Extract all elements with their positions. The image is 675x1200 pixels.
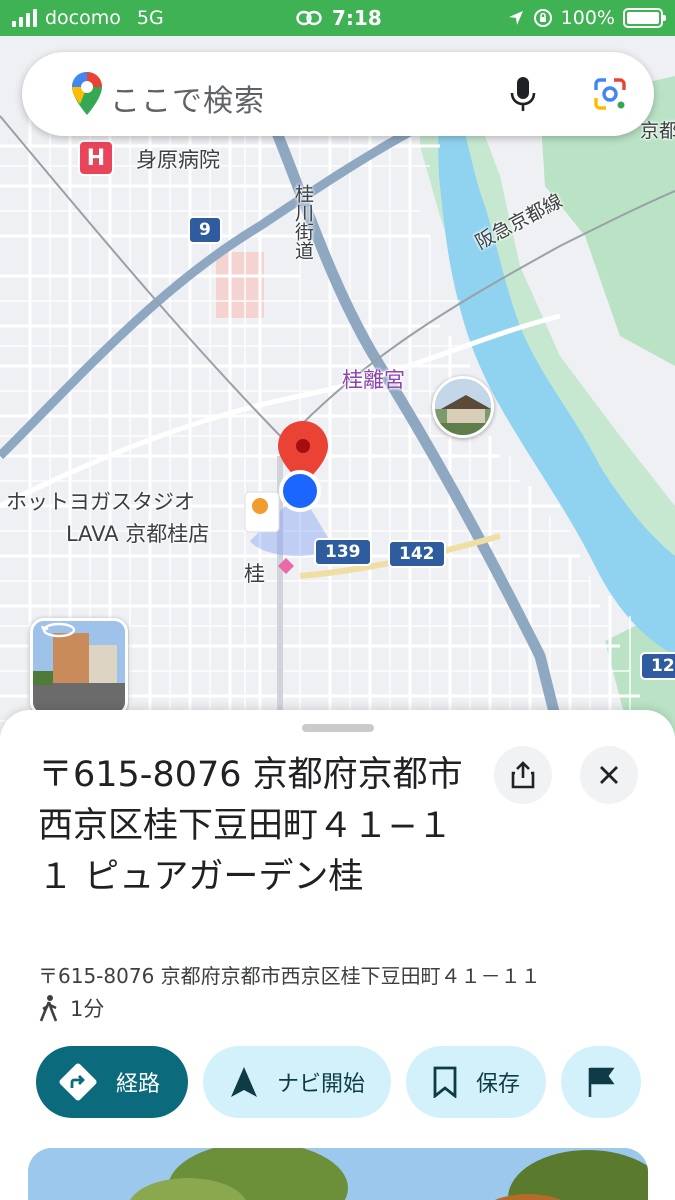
place-photo[interactable] (28, 1148, 648, 1200)
label-button[interactable] (561, 1046, 642, 1118)
route-badge: 142 (388, 540, 446, 568)
save-label: 保存 (476, 1072, 521, 1097)
map-label-street: 桂川街道 (292, 184, 314, 260)
network-type: 5G (136, 7, 164, 29)
share-button[interactable] (494, 746, 552, 804)
google-lens-icon[interactable] (592, 76, 628, 112)
carrier-name: docomo (45, 7, 121, 29)
hospital-icon[interactable]: H (78, 140, 114, 176)
route-badge: 139 (314, 538, 372, 566)
flag-icon (588, 1067, 615, 1097)
bookmark-icon (433, 1066, 457, 1098)
save-button[interactable]: 保存 (406, 1046, 547, 1118)
search-input[interactable]: ここで検索 (110, 76, 265, 120)
clock: 7:18 (332, 6, 382, 30)
map-view[interactable]: 身原病院 桂川街道 阪急京都線 桂離宮 ホットヨガスタジオ LAVA 京都桂店 … (0, 36, 675, 736)
walk-info: 1分 (38, 993, 104, 1023)
place-sheet[interactable]: 〒615-8076 京都府京都市西京区桂下豆田町４１−１１ ピュアガーデン桂 〒… (0, 710, 675, 1200)
route-badge: 9 (188, 216, 222, 244)
signal-icon (12, 9, 37, 27)
action-chips: 経路 ナビ開始 保存 (36, 1046, 642, 1118)
close-icon (600, 766, 618, 784)
link-icon (296, 10, 322, 26)
walk-time: 1分 (70, 997, 105, 1021)
route-badge: 123 (640, 652, 675, 680)
rotation-lock-icon (533, 9, 552, 27)
map-label-studio-line2[interactable]: LAVA 京都桂店 (66, 518, 209, 548)
google-maps-pin-icon[interactable] (70, 70, 104, 118)
map-label-palace[interactable]: 桂離宮 (342, 364, 405, 394)
directions-button[interactable]: 経路 (36, 1046, 189, 1118)
battery-icon (623, 8, 666, 28)
walking-icon (39, 995, 58, 1022)
share-icon (511, 761, 535, 789)
map-label-corner: 京都 (640, 120, 675, 142)
map-label-hospital[interactable]: 身原病院 (136, 144, 220, 174)
start-navigation-label: ナビ開始 (277, 1072, 366, 1097)
street-view-thumbnail[interactable] (30, 618, 128, 716)
street-view-rotate-icon (41, 622, 76, 638)
place-title: 〒615-8076 京都府京都市西京区桂下豆田町４１−１１ ピュアガーデン桂 (38, 755, 463, 897)
status-bar: docomo 5G 7:18 100% (0, 0, 675, 36)
status-right: 100% (507, 0, 666, 36)
status-left: docomo 5G (12, 0, 164, 36)
start-navigation-button[interactable]: ナビ開始 (203, 1046, 392, 1118)
microphone-icon[interactable] (510, 76, 536, 112)
directions-label: 経路 (116, 1072, 161, 1097)
palace-photo-thumbnail[interactable] (432, 376, 494, 438)
search-bar[interactable]: ここで検索 (22, 52, 654, 136)
battery-percent: 100% (560, 7, 615, 29)
map-label-studio-line1[interactable]: ホットヨガスタジオ (6, 486, 195, 516)
sheet-drag-handle[interactable] (302, 724, 374, 732)
place-address: 〒615-8076 京都府京都市西京区桂下豆田町４１－１１ (38, 964, 541, 988)
directions-icon (59, 1063, 97, 1101)
close-button[interactable] (580, 746, 638, 804)
map-label-station[interactable]: 桂 (244, 558, 265, 588)
status-center: 7:18 (296, 0, 382, 36)
location-arrow-icon (508, 11, 523, 25)
navigation-arrow-icon (231, 1067, 258, 1097)
